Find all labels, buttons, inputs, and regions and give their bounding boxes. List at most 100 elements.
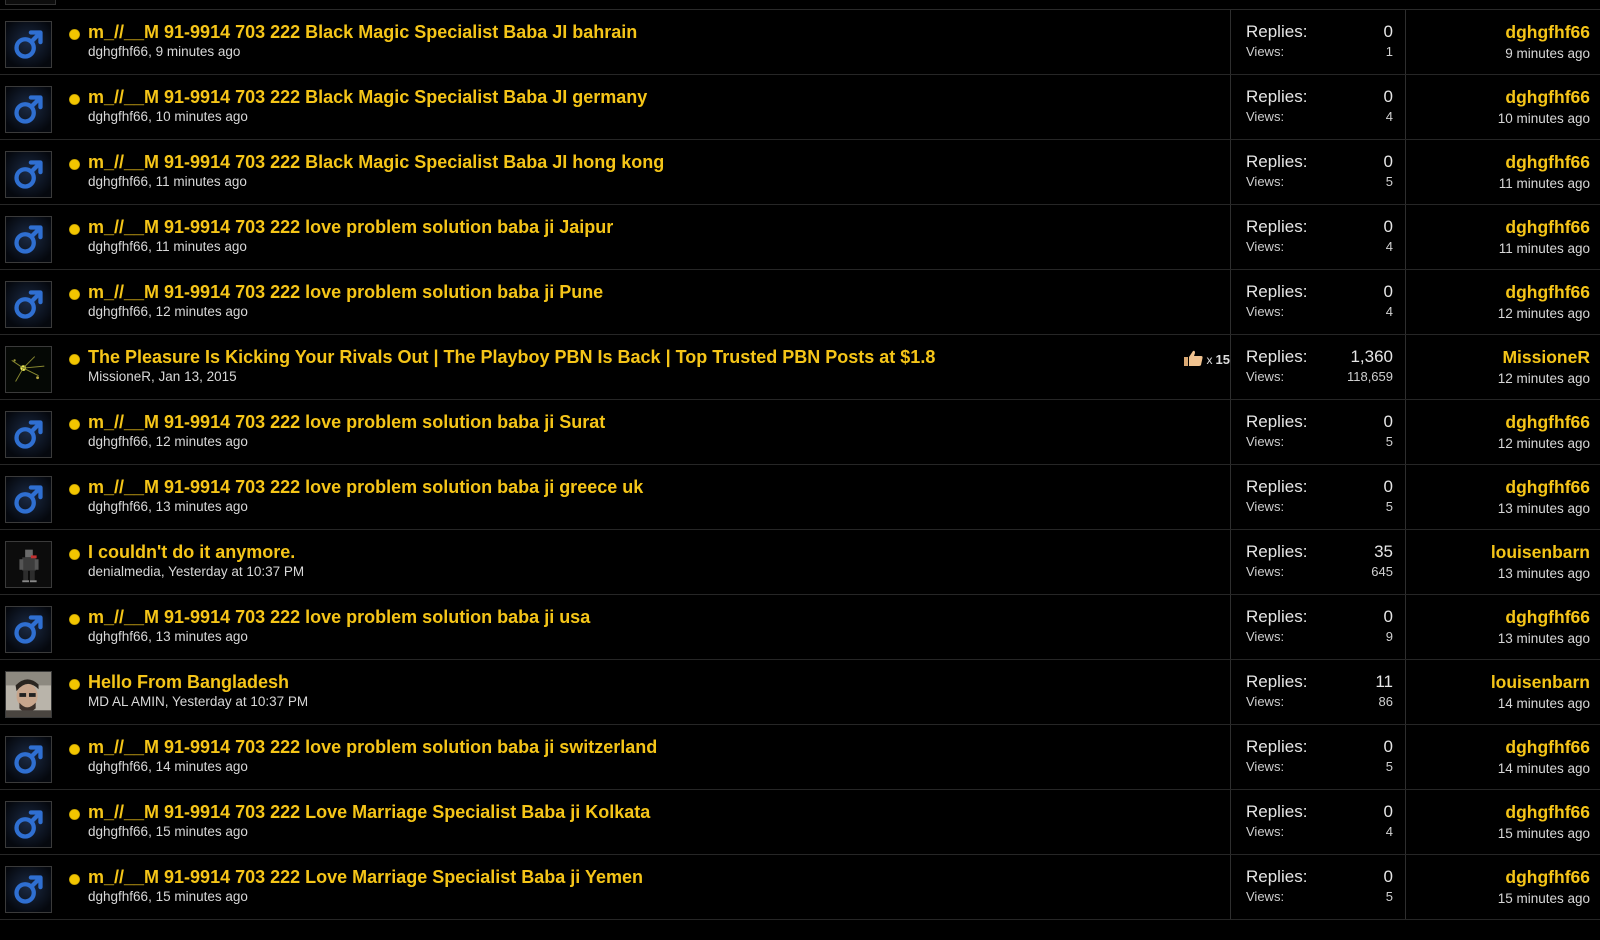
thread-title-link[interactable]: m_//__M 91-9914 703 222 Love Marriage Sp… (88, 802, 650, 823)
thread-title-link[interactable]: Hello From Bangladesh (88, 672, 289, 693)
unread-indicator-icon (69, 94, 80, 105)
thread-starter-link[interactable]: dghgfhf66 (88, 239, 148, 254)
avatar[interactable] (5, 281, 52, 328)
thread-starter-link[interactable]: dghgfhf66 (88, 759, 148, 774)
avatar[interactable] (5, 86, 52, 133)
views-count: 4 (1385, 109, 1393, 124)
avatar[interactable] (5, 541, 52, 588)
last-post-time[interactable]: 13 minutes ago (1491, 566, 1590, 581)
thumbs-up-icon (1182, 349, 1204, 370)
thread-starter-link[interactable]: dghgfhf66 (88, 109, 148, 124)
thread-title-link[interactable]: m_//__M 91-9914 703 222 Black Magic Spec… (88, 152, 664, 173)
replies-label: Replies: (1246, 412, 1308, 431)
last-post-time[interactable]: 14 minutes ago (1491, 696, 1590, 711)
unread-indicator-icon (69, 809, 80, 820)
views-label: Views: (1246, 434, 1285, 449)
last-post-time[interactable]: 13 minutes ago (1498, 631, 1590, 646)
last-post-time[interactable]: 12 minutes ago (1498, 371, 1590, 386)
last-post-time[interactable]: 13 minutes ago (1498, 501, 1590, 516)
thread-starter-link[interactable]: dghgfhf66 (88, 889, 148, 904)
views-label: Views: (1246, 109, 1285, 124)
thread-starter-link[interactable]: MD AL AMIN (88, 694, 165, 709)
thread-starter-link[interactable]: dghgfhf66 (88, 174, 148, 189)
start-date: 9 minutes ago (155, 44, 241, 59)
thread-title-link[interactable]: m_//__M 91-9914 703 222 love problem sol… (88, 737, 657, 758)
last-poster-link[interactable]: dghgfhf66 (1498, 607, 1590, 628)
replies-label: Replies: (1246, 607, 1308, 626)
thread-starter-link[interactable]: dghgfhf66 (88, 824, 148, 839)
thread-starter-link[interactable]: dghgfhf66 (88, 499, 148, 514)
unread-indicator-icon (69, 354, 80, 365)
male-symbol-icon (6, 282, 51, 327)
thread-starter-link[interactable]: dghgfhf66 (88, 629, 148, 644)
avatar[interactable] (5, 21, 52, 68)
thread-title-link[interactable]: I couldn't do it anymore. (88, 542, 295, 563)
thread-starter-link[interactable]: dghgfhf66 (88, 304, 148, 319)
last-post-time[interactable]: 15 minutes ago (1498, 891, 1590, 906)
last-post-time[interactable]: 12 minutes ago (1498, 436, 1590, 451)
last-post-time[interactable]: 10 minutes ago (1498, 111, 1590, 126)
thread-title-link[interactable]: The Pleasure Is Kicking Your Rivals Out … (88, 347, 935, 368)
avatar[interactable] (5, 151, 52, 198)
replies-label: Replies: (1246, 217, 1308, 236)
last-post-time[interactable]: 14 minutes ago (1498, 761, 1590, 776)
thread-starter-link[interactable]: dghgfhf66 (88, 44, 148, 59)
last-post: dghgfhf66 11 minutes ago (1499, 152, 1590, 191)
thread-stats: Replies: 0 Views: 4 (1230, 270, 1406, 334)
thread-starter-link[interactable]: MissioneR (88, 369, 151, 384)
last-poster-link[interactable]: dghgfhf66 (1505, 22, 1590, 43)
last-poster-link[interactable]: dghgfhf66 (1498, 802, 1590, 823)
male-symbol-icon (6, 217, 51, 262)
replies-count: 0 (1383, 412, 1393, 431)
thread-title-link[interactable]: m_//__M 91-9914 703 222 Black Magic Spec… (88, 22, 637, 43)
avatar[interactable] (5, 671, 52, 718)
thread-title-link[interactable]: m_//__M 91-9914 703 222 love problem sol… (88, 607, 590, 628)
replies-label: Replies: (1246, 347, 1308, 366)
thread-title-link[interactable]: m_//__M 91-9914 703 222 Love Marriage Sp… (88, 867, 643, 888)
last-post-time[interactable]: 11 minutes ago (1499, 241, 1590, 256)
avatar[interactable] (5, 801, 52, 848)
thread-starter-link[interactable]: dghgfhf66 (88, 434, 148, 449)
avatar[interactable] (5, 346, 52, 393)
last-poster-link[interactable]: dghgfhf66 (1498, 87, 1590, 108)
avatar[interactable] (5, 866, 52, 913)
replies-count: 35 (1374, 542, 1393, 561)
replies-label: Replies: (1246, 22, 1308, 41)
thread-title-link[interactable]: m_//__M 91-9914 703 222 Black Magic Spec… (88, 87, 647, 108)
last-poster-link[interactable]: dghgfhf66 (1498, 412, 1590, 433)
last-poster-link[interactable]: louisenbarn (1491, 542, 1590, 563)
thread-starter-link[interactable]: denialmedia (88, 564, 161, 579)
thread-title-link[interactable]: m_//__M 91-9914 703 222 love problem sol… (88, 282, 603, 303)
thread-title-link[interactable]: m_//__M 91-9914 703 222 love problem sol… (88, 217, 613, 238)
last-poster-link[interactable]: MissioneR (1498, 347, 1590, 368)
thread-title-link[interactable]: m_//__M 91-9914 703 222 love problem sol… (88, 477, 643, 498)
last-poster-link[interactable]: louisenbarn (1491, 672, 1590, 693)
avatar (5, 0, 56, 5)
last-post-time[interactable]: 12 minutes ago (1498, 306, 1590, 321)
last-post-time[interactable]: 15 minutes ago (1498, 826, 1590, 841)
thread-title-link[interactable]: m_//__M 91-9914 703 222 love problem sol… (88, 412, 605, 433)
last-poster-link[interactable]: dghgfhf66 (1498, 477, 1590, 498)
last-poster-link[interactable]: dghgfhf66 (1498, 737, 1590, 758)
avatar[interactable] (5, 411, 52, 458)
avatar[interactable] (5, 606, 52, 653)
avatar[interactable] (5, 216, 52, 263)
last-post: dghgfhf66 12 minutes ago (1498, 282, 1590, 321)
last-poster-link[interactable]: dghgfhf66 (1498, 282, 1590, 303)
views-count: 4 (1385, 824, 1393, 839)
avatar[interactable] (5, 736, 52, 783)
thread-row: m_//__M 91-9914 703 222 love problem sol… (0, 725, 1600, 790)
thread-stats: Replies: 0 Views: 4 (1230, 790, 1406, 854)
last-post-time[interactable]: 11 minutes ago (1499, 176, 1590, 191)
last-poster-link[interactable]: dghgfhf66 (1498, 867, 1590, 888)
unread-indicator-icon (69, 29, 80, 40)
replies-label: Replies: (1246, 87, 1308, 106)
views-count: 4 (1385, 304, 1393, 319)
replies-count: 0 (1383, 867, 1393, 886)
avatar[interactable] (5, 476, 52, 523)
sparkle-avatar-icon (6, 347, 51, 392)
last-poster-link[interactable]: dghgfhf66 (1499, 217, 1590, 238)
last-poster-link[interactable]: dghgfhf66 (1499, 152, 1590, 173)
thread-row: m_//__M 91-9914 703 222 love problem sol… (0, 205, 1600, 270)
last-post-time[interactable]: 9 minutes ago (1505, 46, 1590, 61)
